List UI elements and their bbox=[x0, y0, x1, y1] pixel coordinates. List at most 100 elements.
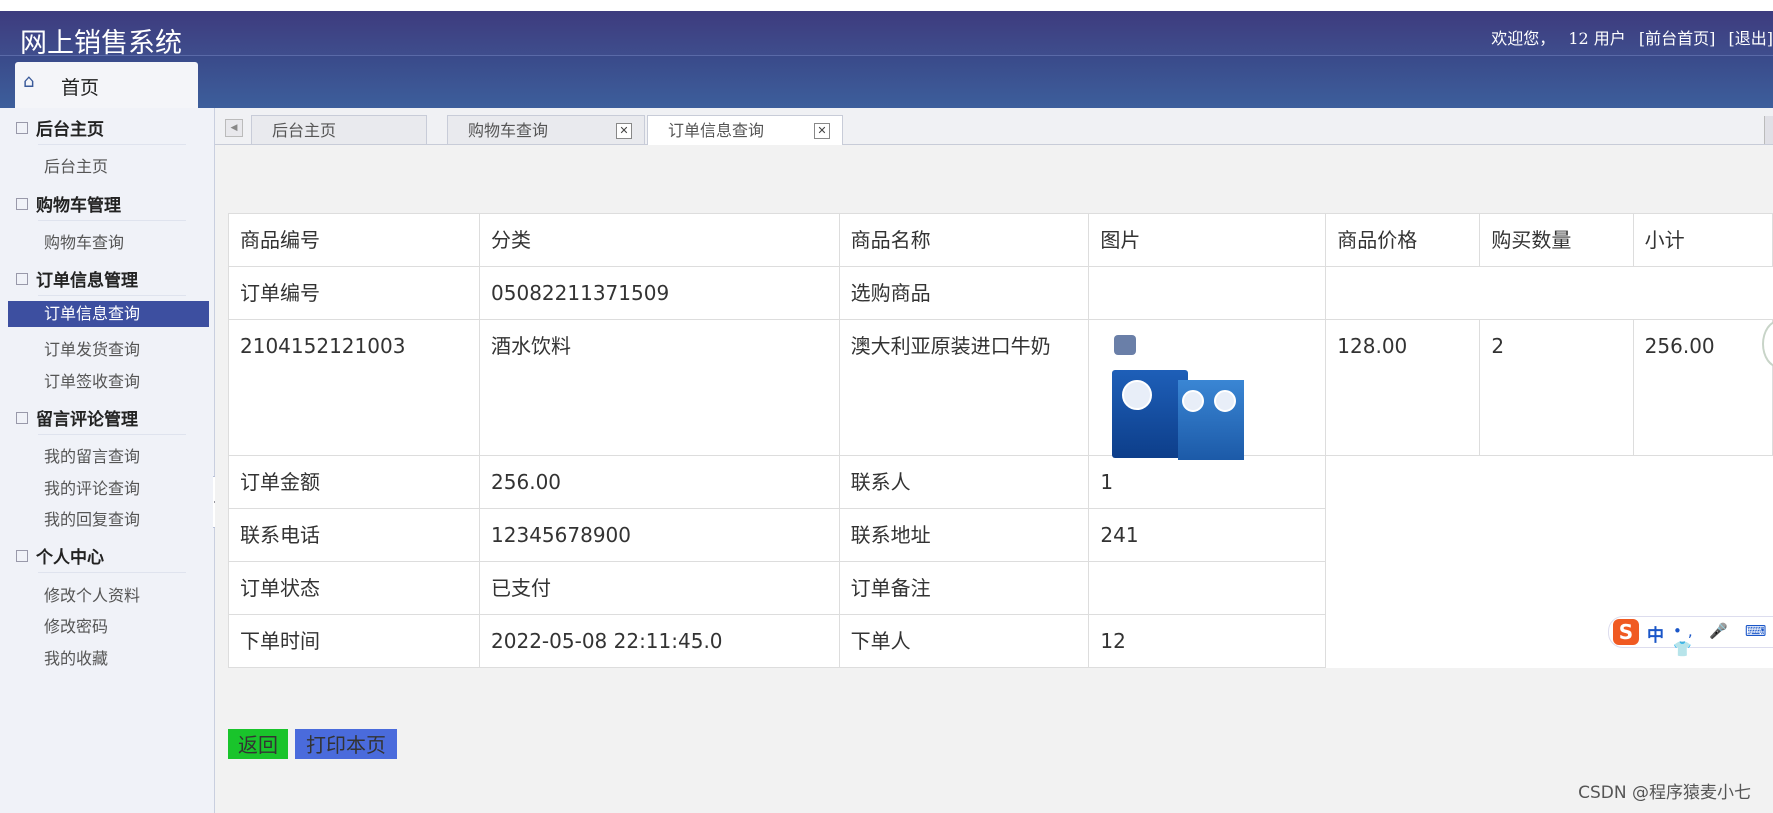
sidebar-item-my-replies[interactable]: 我的回复查询 bbox=[44, 506, 140, 530]
detail-row: 下单时间 2022-05-08 22:11:45.0 下单人 12 bbox=[227, 614, 1773, 668]
detail-label: 下单人 bbox=[838, 614, 1090, 668]
detail-label: 联系地址 bbox=[838, 508, 1090, 562]
detail-row: 订单金额 256.00 联系人 1 bbox=[227, 455, 1773, 509]
divider bbox=[38, 434, 186, 435]
tab-backend-home[interactable]: 后台主页 bbox=[251, 115, 427, 144]
sidebar-group-label: 个人中心 bbox=[36, 548, 104, 568]
sogou-logo-icon: S bbox=[1613, 619, 1639, 645]
front-home-link[interactable]: [前台首页] bbox=[1639, 29, 1716, 48]
sidebar-group-label: 购物车管理 bbox=[36, 196, 121, 216]
ime-toolbar[interactable]: S 中 •, 🎤 ⌨ 👕 bbox=[1608, 616, 1773, 658]
empty-cell bbox=[1326, 562, 1773, 615]
item-price: 128.00 bbox=[1325, 319, 1481, 456]
tab-scroll-left-icon[interactable]: ◀ bbox=[225, 119, 243, 137]
home-icon: ⌂ bbox=[23, 71, 35, 92]
sidebar-group-messages[interactable]: 留言评论管理 bbox=[16, 405, 138, 430]
sidebar-item-my-messages[interactable]: 我的留言查询 bbox=[44, 443, 140, 467]
empty-cell bbox=[1326, 509, 1773, 562]
empty-cell bbox=[1088, 266, 1327, 320]
tab-order-query[interactable]: 订单信息查询 ✕ bbox=[647, 115, 843, 145]
column-header: 分类 bbox=[479, 213, 840, 267]
ime-mode-toggle[interactable]: 中 bbox=[1647, 621, 1664, 646]
close-icon[interactable]: ✕ bbox=[616, 123, 632, 139]
detail-row: 联系电话 12345678900 联系地址 241 bbox=[227, 508, 1773, 562]
empty-cell bbox=[1326, 456, 1773, 509]
sidebar: 后台主页 后台主页 购物车管理 购物车查询 订单信息管理 订单信息查询 订单发货… bbox=[0, 108, 215, 813]
selected-goods-label: 选购商品 bbox=[838, 266, 1090, 320]
tab-cart-query[interactable]: 购物车查询 ✕ bbox=[447, 115, 645, 144]
user-name: 12 用户 bbox=[1568, 29, 1626, 48]
table-row: 2104152121003 酒水饮料 澳大利亚原装进口牛奶 128.00 2 2… bbox=[227, 319, 1773, 460]
tab-label: 购物车查询 bbox=[468, 121, 549, 140]
divider bbox=[38, 572, 186, 573]
tab-scroll-right[interactable] bbox=[1764, 116, 1773, 144]
item-code: 2104152121003 bbox=[227, 319, 481, 456]
back-button[interactable]: 返回 bbox=[228, 729, 288, 759]
sidebar-item-edit-profile[interactable]: 修改个人资料 bbox=[44, 582, 140, 606]
detail-label: 下单时间 bbox=[227, 614, 481, 668]
sidebar-item-order-query[interactable]: 订单信息查询 bbox=[8, 301, 209, 327]
column-header: 商品价格 bbox=[1325, 213, 1481, 267]
collapse-icon bbox=[16, 121, 28, 134]
detail-value: 241 bbox=[1088, 508, 1327, 562]
detail-value bbox=[1088, 561, 1327, 615]
sidebar-item-shipping-query[interactable]: 订单发货查询 bbox=[44, 336, 140, 360]
divider bbox=[38, 295, 186, 296]
detail-value: 12 bbox=[1088, 614, 1327, 668]
order-table: 商品编号 分类 商品名称 图片 商品价格 购买数量 小计 订单编号 050822… bbox=[227, 213, 1773, 668]
empty-cell bbox=[1326, 267, 1773, 320]
tab-bar: ◀ 后台主页 购物车查询 ✕ 订单信息查询 ✕ bbox=[215, 108, 1773, 145]
order-no-label: 订单编号 bbox=[227, 266, 481, 320]
item-name: 澳大利亚原装进口牛奶 bbox=[838, 319, 1090, 456]
divider bbox=[38, 144, 186, 145]
sidebar-item-cart-query[interactable]: 购物车查询 bbox=[44, 229, 124, 253]
collapse-icon bbox=[16, 411, 28, 424]
top-strip bbox=[0, 0, 1773, 11]
sidebar-group-personal[interactable]: 个人中心 bbox=[16, 543, 104, 568]
tab-label: 订单信息查询 bbox=[668, 121, 765, 140]
detail-label: 联系电话 bbox=[227, 508, 481, 562]
sidebar-group-label: 后台主页 bbox=[36, 120, 104, 140]
table-header-row: 商品编号 分类 商品名称 图片 商品价格 购买数量 小计 bbox=[227, 213, 1773, 267]
sidebar-item-receipt-query[interactable]: 订单签收查询 bbox=[44, 368, 140, 392]
sidebar-group-cart[interactable]: 购物车管理 bbox=[16, 191, 121, 216]
brand-logo bbox=[1114, 335, 1137, 355]
ime-tool-icons[interactable]: •, 🎤 ⌨ 👕 bbox=[1673, 622, 1773, 658]
detail-value: 2022-05-08 22:11:45.0 bbox=[479, 614, 840, 668]
item-subtotal: 256.00 bbox=[1632, 319, 1773, 456]
sidebar-item-backend-home[interactable]: 后台主页 bbox=[44, 153, 108, 177]
detail-label: 订单状态 bbox=[227, 561, 481, 615]
print-button[interactable]: 打印本页 bbox=[295, 729, 397, 759]
order-no-value: 05082211371509 bbox=[479, 266, 840, 320]
item-image-cell bbox=[1088, 319, 1327, 460]
app-title: 网上销售系统 bbox=[20, 28, 182, 59]
header-nav-bar bbox=[0, 55, 1773, 109]
column-header: 商品编号 bbox=[227, 213, 481, 267]
column-header: 小计 bbox=[1632, 213, 1773, 267]
watermark: CSDN @程序猿麦小七 bbox=[1578, 783, 1751, 803]
user-welcome: 欢迎您， 12 用户 [前台首页] [退出] bbox=[1483, 25, 1773, 49]
detail-label: 联系人 bbox=[838, 455, 1090, 509]
order-number-row: 订单编号 05082211371509 选购商品 bbox=[227, 266, 1773, 320]
sidebar-item-favorites[interactable]: 我的收藏 bbox=[44, 645, 108, 669]
detail-label: 订单备注 bbox=[838, 561, 1090, 615]
collapse-icon bbox=[16, 272, 28, 285]
collapse-icon bbox=[16, 549, 28, 562]
divider bbox=[38, 220, 186, 221]
sidebar-group-label: 留言评论管理 bbox=[36, 410, 138, 430]
detail-label: 订单金额 bbox=[227, 455, 481, 509]
tab-label: 后台主页 bbox=[272, 121, 337, 140]
column-header: 购买数量 bbox=[1479, 213, 1634, 267]
sidebar-group-label: 订单信息管理 bbox=[36, 271, 138, 291]
detail-value: 12345678900 bbox=[479, 508, 840, 562]
sidebar-group-backend-home[interactable]: 后台主页 bbox=[16, 115, 104, 140]
sidebar-item-my-comments[interactable]: 我的评论查询 bbox=[44, 475, 140, 499]
close-icon[interactable]: ✕ bbox=[814, 123, 830, 139]
home-tab-label: 首页 bbox=[61, 77, 100, 99]
app-header: 网上销售系统 欢迎您， 12 用户 [前台首页] [退出] bbox=[0, 11, 1773, 109]
logout-link[interactable]: [退出] bbox=[1729, 29, 1773, 48]
home-tab[interactable]: ⌂ 首页 bbox=[15, 62, 198, 108]
sidebar-group-orders[interactable]: 订单信息管理 bbox=[16, 266, 138, 291]
sidebar-item-change-password[interactable]: 修改密码 bbox=[44, 613, 108, 637]
detail-value: 256.00 bbox=[479, 455, 840, 509]
